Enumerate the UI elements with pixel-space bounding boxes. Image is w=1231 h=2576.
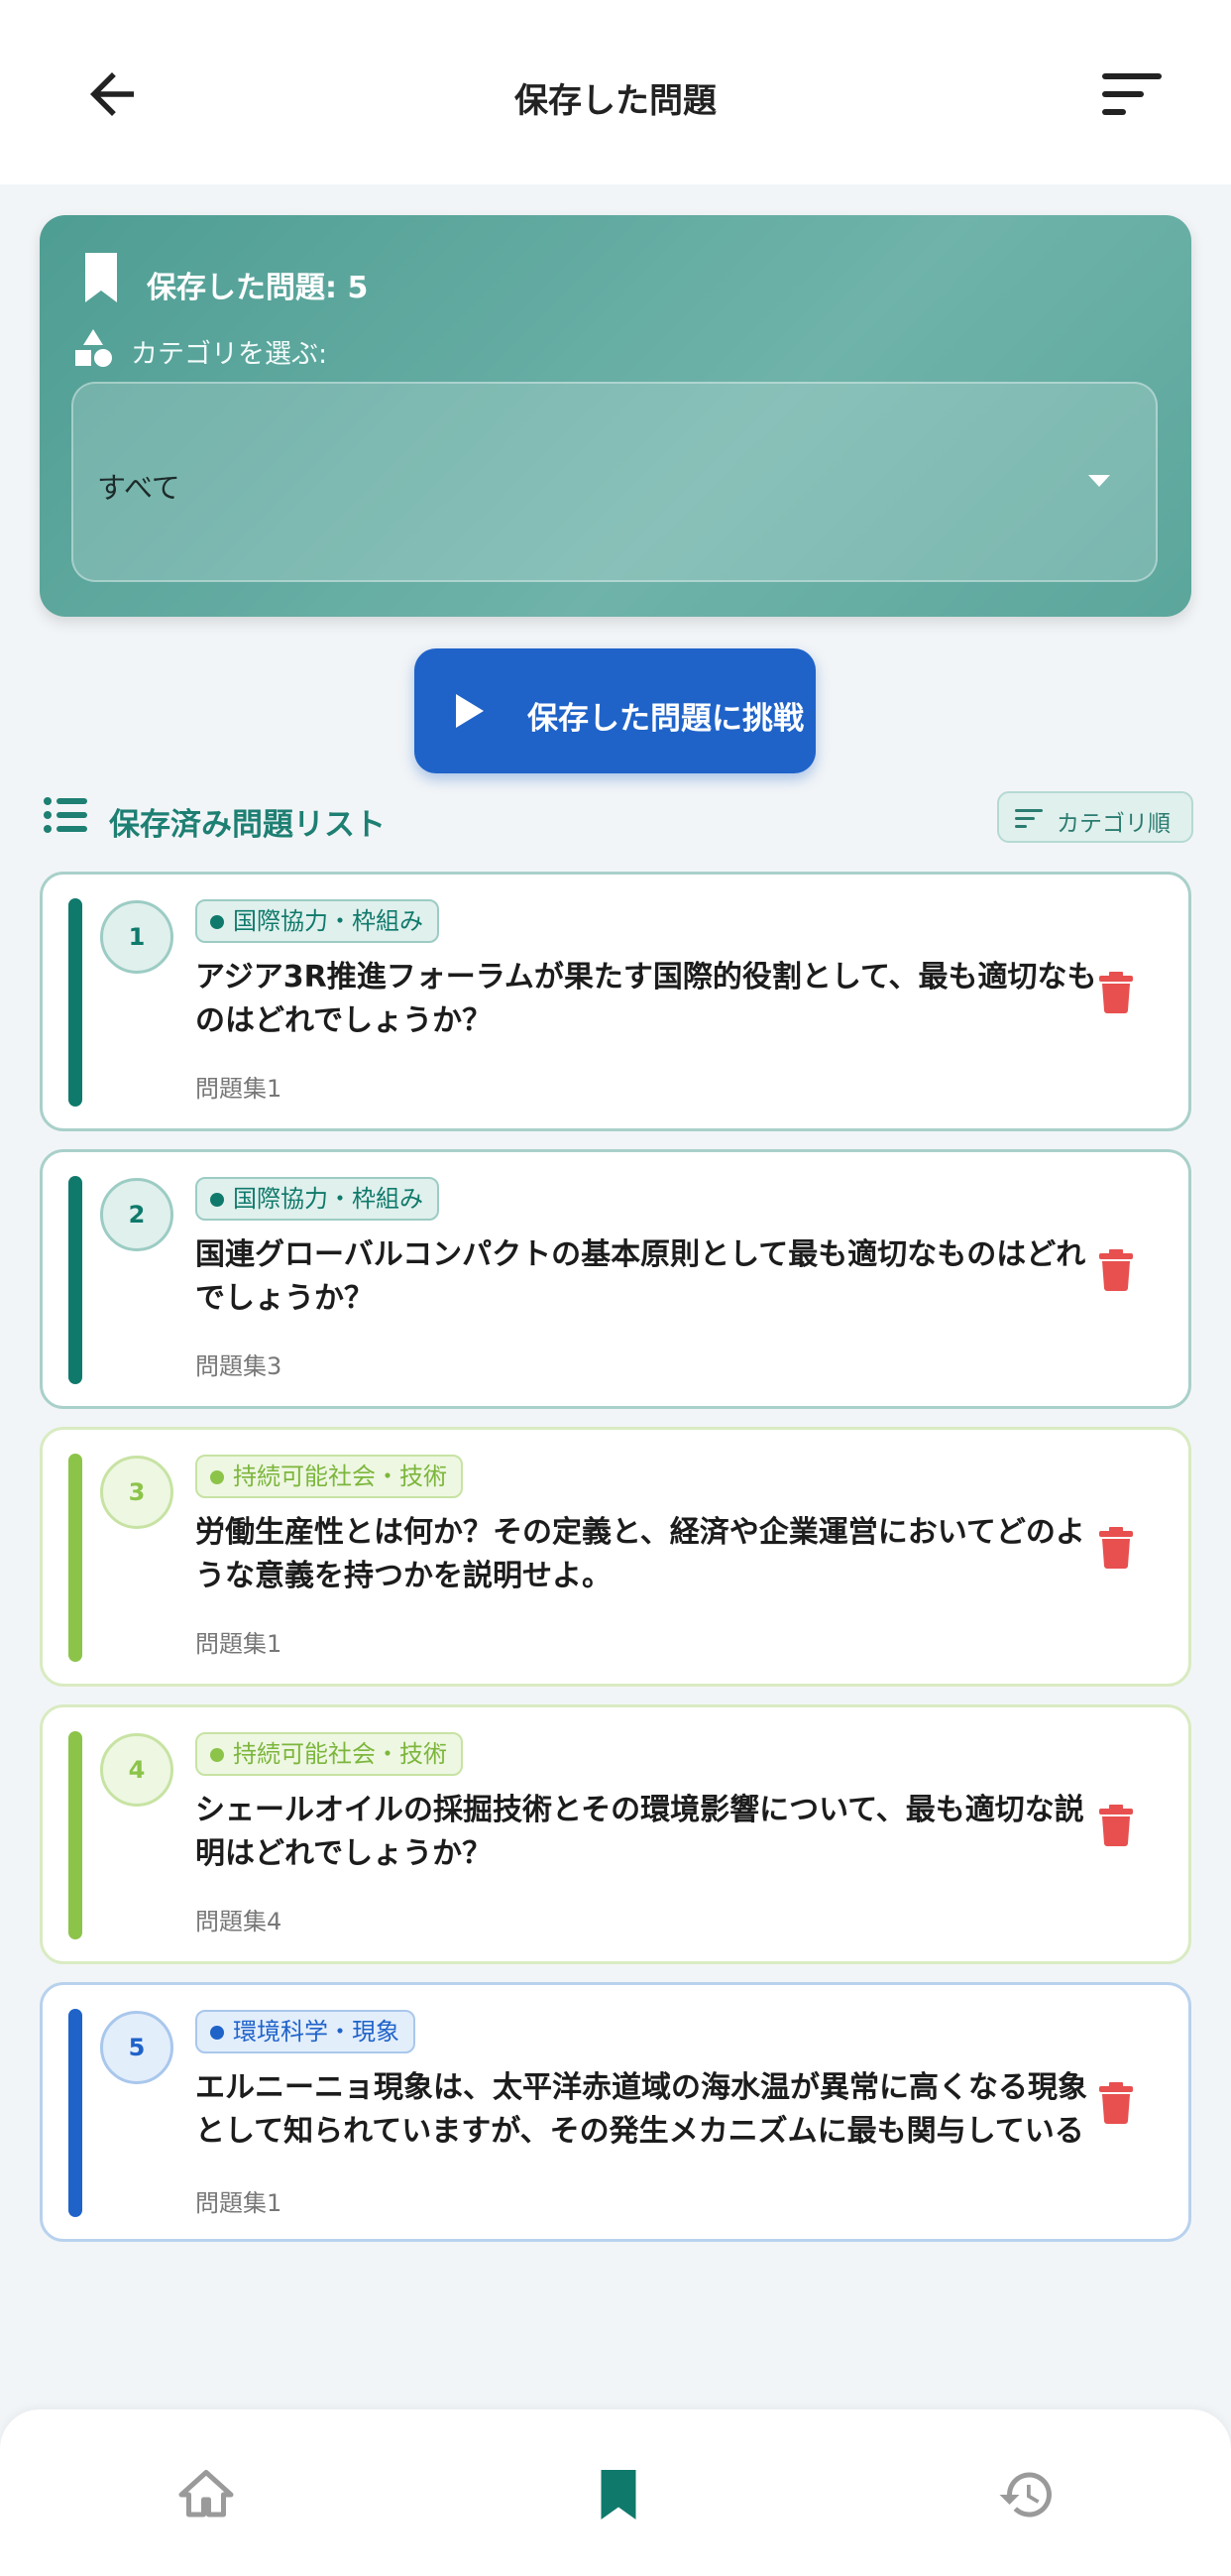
question-card[interactable]: 3 持続可能社会・技術 労働生産性とは何か？その定義と、経済や企業運営においてど… [40, 1427, 1191, 1687]
category-dot [210, 1470, 224, 1484]
question-text: シェールオイルの採掘技術とその環境影響について、最も適切な説明はどれでしょうか？ [195, 1793, 1084, 1871]
trash-icon[interactable] [1099, 1249, 1133, 1291]
sort-icon [1015, 809, 1043, 828]
category-dot [210, 1193, 224, 1207]
question-set-label: 問題集1 [195, 1630, 282, 1658]
category-color-bar [68, 1454, 82, 1662]
question-card[interactable]: 2 国際協力・枠組み 国連グローバルコンパクトの基本原則として最も適切なものはど… [40, 1149, 1191, 1409]
sort-category-chip[interactable]: カテゴリ順 [997, 791, 1193, 843]
category-tag-label: 持続可能社会・技術 [233, 1463, 447, 1490]
category-select-value: すべて [97, 471, 180, 505]
trash-icon[interactable] [1099, 1527, 1133, 1569]
question-text: 国連グローバルコンパクトの基本原則として最も適切なものはどれでしょうか？ [195, 1237, 1086, 1316]
category-tag: 環境科学・現象 [195, 2010, 415, 2053]
question-set-label: 問題集3 [195, 1352, 282, 1380]
saved-count: 保存した問題: 5 [147, 271, 369, 305]
bookmark-icon[interactable] [589, 2465, 648, 2524]
category-panel: 保存した問題: 5 カテゴリを選ぶ: すべて [40, 215, 1191, 617]
list-icon [44, 797, 87, 833]
challenge-saved-label: 保存した問題に挑戦 [527, 701, 804, 737]
question-set-label: 問題集4 [195, 1908, 282, 1935]
question-number: 2 [100, 1178, 173, 1251]
question-card[interactable]: 5 環境科学・現象 エルニーニョ現象は、太平洋赤道域の海水温が異常に高くなる現象… [40, 1982, 1191, 2242]
category-color-bar [68, 898, 82, 1107]
question-text: 労働生産性とは何か？その定義と、経済や企業運営においてどのような意義を持つかを説… [195, 1515, 1085, 1593]
sort-icon[interactable] [1102, 69, 1168, 119]
trash-icon[interactable] [1099, 972, 1133, 1013]
challenge-saved-button[interactable]: 保存した問題に挑戦 [414, 648, 816, 773]
question-card[interactable]: 4 持続可能社会・技術 シェールオイルの採掘技術とその環境影響について、最も適切… [40, 1704, 1191, 1964]
play-icon [456, 694, 484, 728]
question-text: エルニーニョ現象は、太平洋赤道域の海水温が異常に高くなる現象として知られています… [195, 2070, 1087, 2146]
category-tag-label: 環境科学・現象 [233, 2018, 399, 2046]
category-tag: 持続可能社会・技術 [195, 1455, 463, 1498]
category-tag-label: 国際協力・枠組み [233, 1185, 423, 1213]
category-select[interactable]: すべて [71, 382, 1158, 582]
shapes-icon [75, 329, 112, 367]
app-bar: 保存した問題 [0, 0, 1231, 184]
page-title: 保存した問題 [514, 81, 717, 121]
question-card[interactable]: 1 国際協力・枠組み アジア3R推進フォーラムが果たす国際的役割として、最も適切… [40, 872, 1191, 1131]
question-set-label: 問題集1 [195, 2189, 282, 2217]
category-tag-label: 国際協力・枠組み [233, 907, 423, 935]
question-number: 3 [100, 1456, 173, 1529]
bottom-navigation [0, 2409, 1231, 2576]
question-text: アジア3R推進フォーラムが果たす国際的役割として、最も適切なものはどれでしょうか… [195, 960, 1097, 1038]
list-header: 保存済み問題リスト カテゴリ順 [44, 791, 1193, 851]
category-dot [210, 2026, 224, 2040]
category-dot [210, 915, 224, 929]
question-number: 4 [100, 1733, 173, 1807]
category-tag: 国際協力・枠組み [195, 1177, 439, 1221]
category-color-bar [68, 1176, 82, 1384]
home-icon[interactable] [176, 2465, 236, 2524]
bookmark-icon [85, 253, 117, 302]
category-tag: 国際協力・枠組み [195, 899, 439, 943]
category-tag-label: 持続可能社会・技術 [233, 1740, 447, 1768]
history-icon[interactable] [997, 2465, 1057, 2524]
question-number: 1 [100, 900, 173, 974]
trash-icon[interactable] [1099, 2082, 1133, 2124]
question-number: 5 [100, 2011, 173, 2084]
category-dot [210, 1748, 224, 1762]
category-tag: 持続可能社会・技術 [195, 1732, 463, 1776]
trash-icon[interactable] [1099, 1805, 1133, 1846]
category-label: カテゴリを選ぶ: [131, 339, 328, 370]
list-title: 保存済み問題リスト [109, 807, 386, 843]
chevron-down-icon [1088, 475, 1110, 487]
category-color-bar [68, 2009, 82, 2217]
question-set-label: 問題集1 [195, 1075, 282, 1103]
category-color-bar [68, 1731, 82, 1939]
sort-chip-label: カテゴリ順 [1057, 811, 1171, 837]
